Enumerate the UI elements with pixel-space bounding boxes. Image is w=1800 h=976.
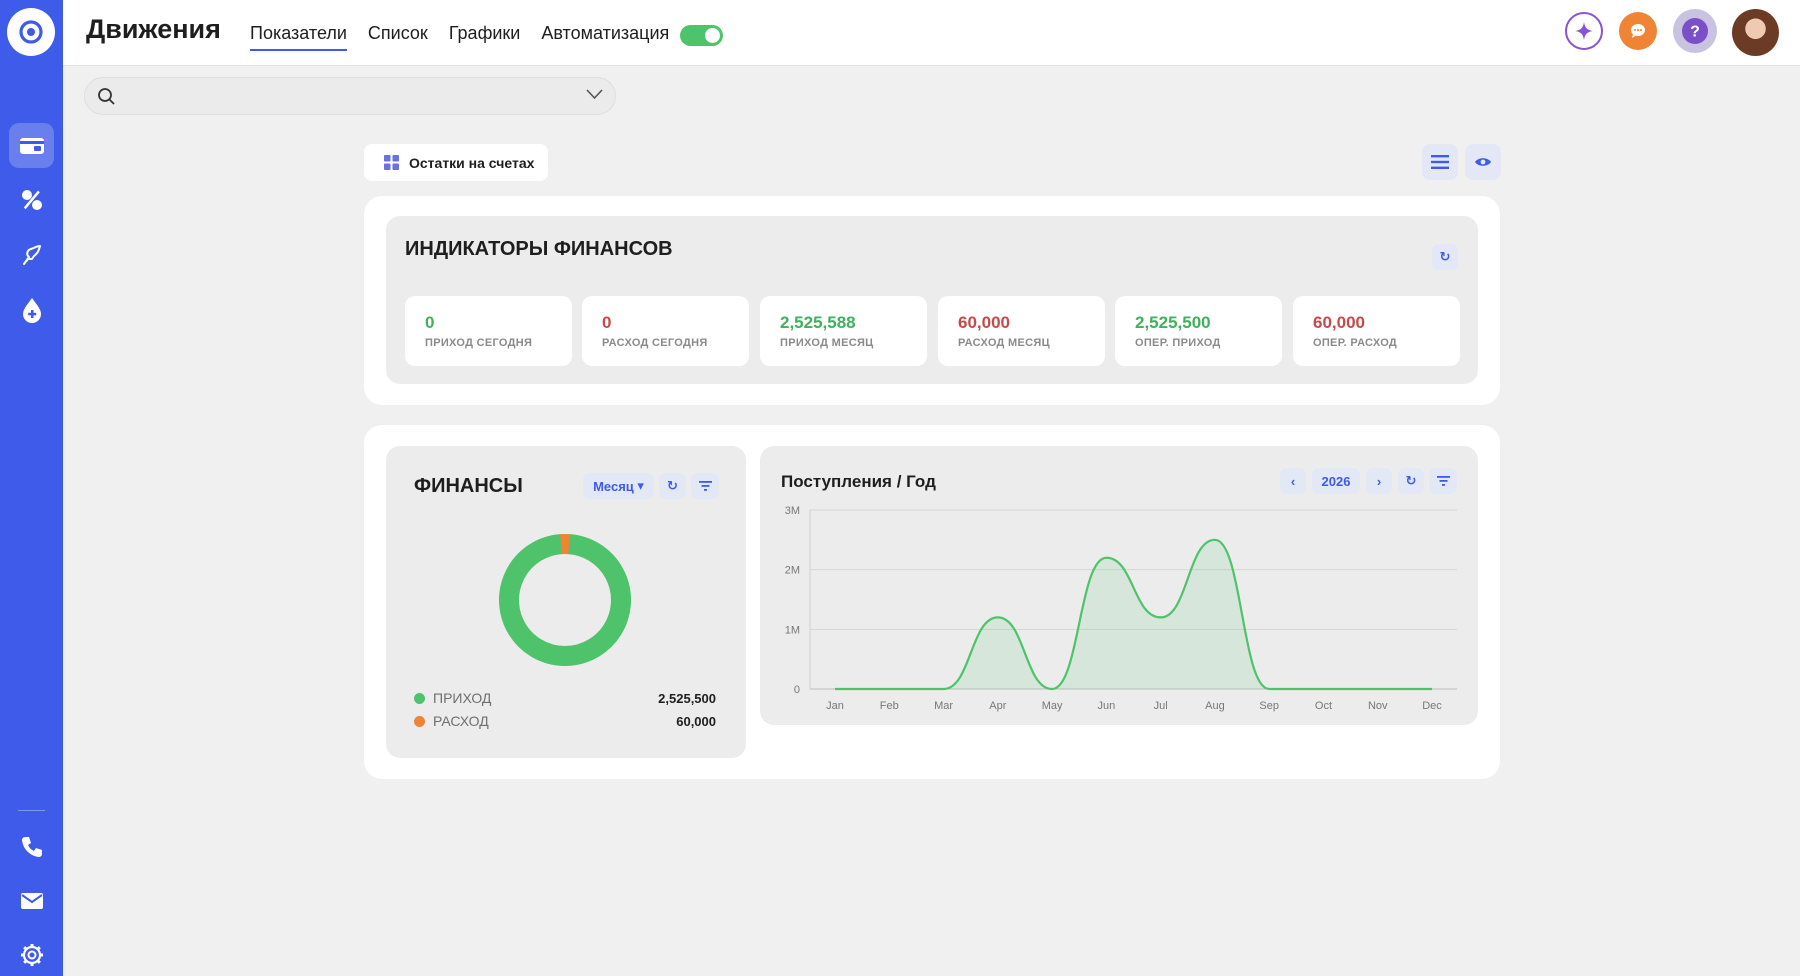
chevron-down-icon[interactable] bbox=[586, 89, 603, 100]
kpi-label: ОПЕР. РАСХОД bbox=[1313, 337, 1398, 349]
kpi-label: РАСХОД СЕГОДНЯ bbox=[602, 337, 708, 349]
x-tick-label: Sep bbox=[1259, 700, 1279, 712]
income-area-chart: 0 1M 2M 3M Jan Feb Mar Apr May Jun Jul Aug Sep Oct Nov… bbox=[785, 505, 1457, 712]
year-label[interactable]: 2026 bbox=[1312, 468, 1360, 494]
mail-icon[interactable] bbox=[9, 878, 54, 923]
kpi-value: 2,525,588 bbox=[780, 313, 856, 332]
y-tick-label: 0 bbox=[794, 684, 800, 696]
income-filter-icon[interactable] bbox=[1429, 468, 1457, 494]
kpi-expense-month: 60,000 РАСХОД МЕСЯЦ bbox=[938, 296, 1105, 366]
x-tick-label: Jul bbox=[1154, 700, 1168, 712]
legend-dot bbox=[414, 692, 425, 704]
x-tick-label: Feb bbox=[880, 700, 899, 712]
finance-donut-chart bbox=[499, 534, 631, 666]
income-title: Поступления / Год bbox=[781, 472, 936, 491]
kpi-value: 0 bbox=[425, 313, 435, 332]
kpi-label: ОПЕР. ПРИХОД bbox=[1135, 337, 1221, 349]
toggle-knob bbox=[705, 28, 720, 43]
kpi-value: 0 bbox=[602, 313, 612, 332]
chat-icon[interactable] bbox=[1619, 12, 1657, 50]
automation-toggle[interactable] bbox=[680, 25, 723, 46]
balances-label: Остатки на счетах bbox=[409, 154, 535, 171]
page-title: Движения bbox=[86, 14, 221, 44]
legend-value: 60,000 bbox=[676, 713, 716, 729]
kpi-oper-income: 2,525,500 ОПЕР. ПРИХОД bbox=[1115, 296, 1282, 366]
gear-icon[interactable] bbox=[9, 932, 54, 976]
balances-button[interactable]: Остатки на счетах bbox=[364, 144, 548, 181]
finance-title: ФИНАНСЫ bbox=[414, 475, 523, 497]
kpi-income-month: 2,525,588 ПРИХОД МЕСЯЦ bbox=[760, 296, 927, 366]
search-icon bbox=[98, 88, 115, 105]
period-label: Месяц bbox=[593, 478, 634, 494]
rail-payments-icon[interactable] bbox=[9, 123, 54, 168]
left-rail bbox=[0, 0, 63, 976]
rail-bird-icon[interactable] bbox=[9, 232, 54, 277]
kpi-income-today: 0 ПРИХОД СЕГОДНЯ bbox=[405, 296, 572, 366]
income-refresh-icon[interactable]: ↻ bbox=[1398, 468, 1424, 494]
phone-icon[interactable] bbox=[9, 824, 54, 869]
grid-icon bbox=[384, 155, 399, 170]
finance-filter-icon[interactable] bbox=[691, 473, 719, 499]
legend-income: ПРИХОД 2,525,500 bbox=[414, 690, 716, 706]
search-input[interactable] bbox=[125, 78, 565, 114]
app-logo-icon[interactable] bbox=[7, 8, 55, 56]
legend-name: РАСХОД bbox=[433, 713, 489, 729]
x-tick-label: Jun bbox=[1097, 700, 1115, 712]
x-tick-label: Dec bbox=[1422, 700, 1442, 712]
list-view-button[interactable] bbox=[1422, 144, 1458, 180]
legend-name: ПРИХОД bbox=[433, 690, 492, 706]
kpi-value: 60,000 bbox=[1313, 313, 1365, 332]
legend-dot bbox=[414, 715, 425, 727]
rail-percent-icon[interactable] bbox=[9, 177, 54, 222]
rail-divider bbox=[18, 810, 45, 811]
tab-charts[interactable]: Графики bbox=[449, 23, 521, 51]
top-header: Движения Показатели Список Графики Автом… bbox=[63, 0, 1800, 66]
x-tick-label: Aug bbox=[1205, 700, 1225, 712]
y-tick-label: 1M bbox=[785, 624, 800, 636]
x-tick-label: May bbox=[1042, 700, 1063, 712]
view-tabs: Показатели Список Графики Автоматизация bbox=[250, 23, 669, 51]
kpi-oper-expense: 60,000 ОПЕР. РАСХОД bbox=[1293, 296, 1460, 366]
ai-sparkle-icon[interactable] bbox=[1565, 12, 1603, 50]
period-dropdown[interactable]: Месяц ▾ bbox=[583, 473, 654, 499]
donut-slice-income bbox=[499, 534, 631, 666]
kpi-value: 2,525,500 bbox=[1135, 313, 1211, 332]
search-bar[interactable] bbox=[84, 77, 616, 115]
user-avatar[interactable] bbox=[1732, 9, 1779, 56]
menu-icon bbox=[1431, 155, 1449, 169]
x-tick-label: Mar bbox=[934, 700, 953, 712]
next-year-icon[interactable]: › bbox=[1366, 468, 1392, 494]
indicators-refresh-icon[interactable]: ↻ bbox=[1432, 244, 1458, 270]
kpi-label: ПРИХОД МЕСЯЦ bbox=[780, 337, 874, 349]
eye-icon bbox=[1475, 158, 1491, 166]
tab-automation[interactable]: Автоматизация bbox=[541, 23, 669, 51]
svg-text:?: ? bbox=[1690, 24, 1700, 41]
legend-value: 2,525,500 bbox=[658, 690, 716, 706]
rail-drop-icon[interactable] bbox=[9, 287, 54, 332]
x-tick-label: Apr bbox=[989, 700, 1006, 712]
y-tick-label: 3M bbox=[785, 505, 800, 517]
x-tick-label: Oct bbox=[1315, 700, 1332, 712]
legend-expense: РАСХОД 60,000 bbox=[414, 713, 716, 729]
kpi-label: ПРИХОД СЕГОДНЯ bbox=[425, 337, 533, 349]
finance-refresh-icon[interactable]: ↻ bbox=[659, 473, 686, 499]
income-area bbox=[835, 539, 1432, 689]
tab-list[interactable]: Список bbox=[368, 23, 428, 51]
help-icon[interactable]: ? bbox=[1673, 9, 1717, 53]
prev-year-icon[interactable]: ‹ bbox=[1280, 468, 1306, 494]
indicators-title: ИНДИКАТОРЫ ФИНАНСОВ bbox=[405, 238, 673, 260]
y-tick-label: 2M bbox=[785, 565, 800, 577]
x-tick-label: Nov bbox=[1368, 700, 1388, 712]
x-tick-label: Jan bbox=[826, 700, 844, 712]
tab-indicators[interactable]: Показатели bbox=[250, 23, 347, 51]
visibility-button[interactable] bbox=[1465, 144, 1501, 180]
kpi-expense-today: 0 РАСХОД СЕГОДНЯ bbox=[582, 296, 749, 366]
kpi-label: РАСХОД МЕСЯЦ bbox=[958, 337, 1050, 349]
kpi-value: 60,000 bbox=[958, 313, 1010, 332]
